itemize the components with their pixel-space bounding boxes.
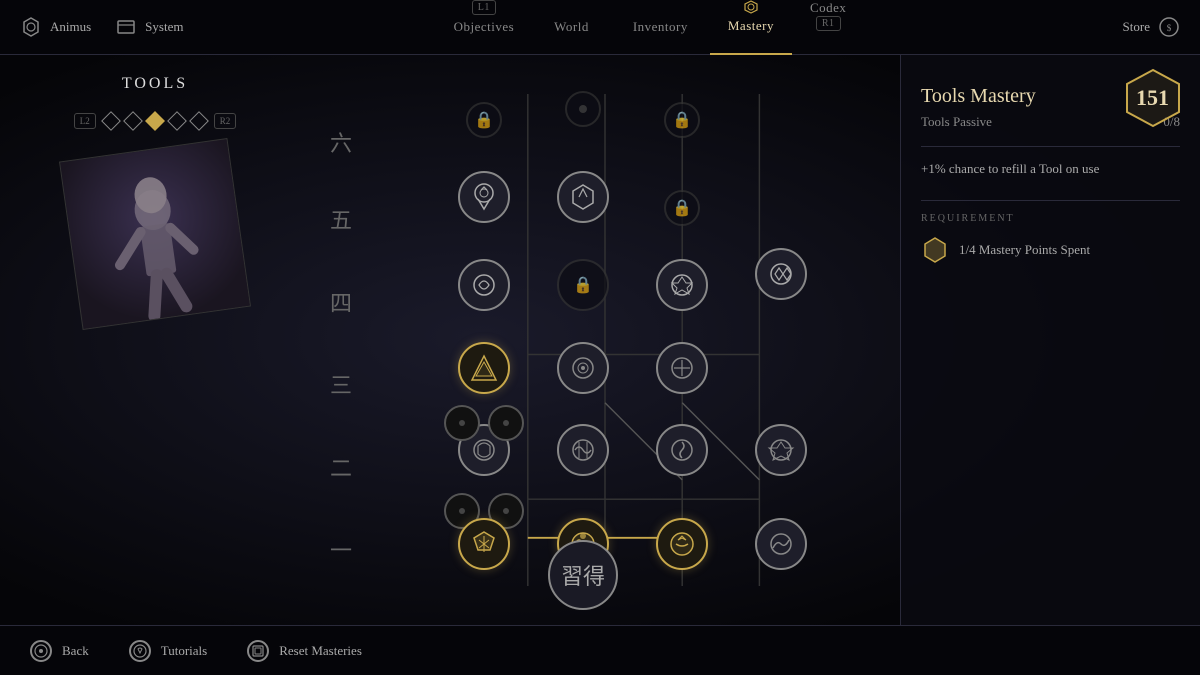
divider-2: [921, 200, 1180, 201]
portrait-background: [59, 138, 251, 330]
svg-text:$: $: [1167, 23, 1172, 33]
animus-label: Animus: [50, 19, 91, 35]
lock-icon-6-3: 🔒: [672, 110, 692, 130]
diamond-3-active[interactable]: [145, 111, 165, 131]
objectives-badge: L1: [472, 0, 496, 15]
mastery-nav-diamonds: L2 R2: [74, 113, 237, 129]
lock-icon-4-2: 🔒: [573, 275, 593, 295]
nav-right-hint: R2: [214, 113, 237, 129]
tab-world[interactable]: World: [532, 0, 611, 55]
requirement-label: REQUIREMENT: [921, 213, 1180, 224]
node-1-1[interactable]: [458, 518, 510, 570]
req-hex-icon: [921, 236, 949, 264]
bottom-bar: Back Tutorials Reset Masteries: [0, 625, 1200, 675]
back-icon: [30, 640, 52, 662]
node-2-4[interactable]: [755, 424, 807, 476]
row-label-1: 一: [330, 533, 352, 565]
tab-codex-label: Codex: [810, 0, 846, 16]
node-6-3[interactable]: 🔒: [664, 102, 700, 138]
hexagon-container: 151: [1123, 68, 1183, 128]
tab-mastery-label: Mastery: [728, 18, 774, 34]
top-navigation: Animus System L1 Objectives World Invent…: [0, 0, 1200, 55]
node-2-small-2: [488, 405, 524, 441]
node-3-3[interactable]: [656, 342, 708, 394]
tutorials-button[interactable]: Tutorials: [129, 640, 207, 662]
node-4-4[interactable]: [755, 248, 807, 300]
node-5-2[interactable]: [557, 171, 609, 223]
skill-description: +1% chance to refill a Tool on use: [921, 159, 1180, 180]
row-label-6: 六: [330, 126, 352, 158]
requirement-item: 1/4 Mastery Points Spent: [921, 236, 1180, 264]
node-2-2[interactable]: [557, 424, 609, 476]
left-panel: TOOLS L2 R2: [0, 55, 310, 625]
learn-kanji: 習得: [561, 559, 605, 591]
tree-container: 六 五 四 三 二 一 🔒 🔒: [330, 65, 880, 615]
node-4-2[interactable]: 🔒: [557, 259, 609, 311]
node-2-small-1: [444, 405, 480, 441]
diamond-5[interactable]: [189, 111, 209, 131]
store-label: Store: [1123, 19, 1150, 35]
section-title: TOOLS: [122, 75, 188, 93]
node-3-2[interactable]: [557, 342, 609, 394]
system-nav-item[interactable]: System: [115, 16, 183, 38]
tab-objectives[interactable]: L1 Objectives: [436, 0, 533, 55]
nav-left-section: Animus System: [0, 16, 220, 38]
tab-world-label: World: [554, 19, 589, 35]
tab-objectives-label: Objectives: [454, 19, 515, 35]
system-label: System: [145, 19, 183, 35]
tab-inventory-label: Inventory: [633, 19, 688, 35]
back-button[interactable]: Back: [30, 640, 89, 662]
main-content: TOOLS L2 R2: [0, 55, 1200, 625]
nav-left-hint: L2: [74, 113, 96, 129]
reset-label: Reset Masteries: [279, 643, 362, 659]
reset-icon: [247, 640, 269, 662]
node-1-4[interactable]: [755, 518, 807, 570]
character-portrait: [70, 149, 240, 319]
node-6-1[interactable]: 🔒: [466, 102, 502, 138]
lock-icon-6-1: 🔒: [474, 110, 494, 130]
row-label-4: 四: [330, 286, 352, 318]
node-4-1[interactable]: [458, 259, 510, 311]
tab-mastery[interactable]: Mastery: [710, 0, 792, 55]
lock-icon-5-3: 🔒: [672, 198, 692, 218]
codex-badge: R1: [816, 16, 841, 31]
node-3-1[interactable]: [458, 342, 510, 394]
store-button[interactable]: Store $: [1123, 16, 1180, 38]
node-5-3[interactable]: 🔒: [664, 190, 700, 226]
node-2-3[interactable]: [656, 424, 708, 476]
mastery-tree: 六 五 四 三 二 一 🔒 🔒: [310, 55, 900, 625]
divider-1: [921, 146, 1180, 147]
diamond-1[interactable]: [101, 111, 121, 131]
right-panel: 151 Tools Mastery Tools Passive 0/8 +1% …: [900, 55, 1200, 625]
diamond-4[interactable]: [167, 111, 187, 131]
mastery-points-badge: 151: [1120, 65, 1185, 130]
tutorials-icon: [129, 640, 151, 662]
tutorials-label: Tutorials: [161, 643, 207, 659]
node-1-3[interactable]: [656, 518, 708, 570]
row-label-3: 三: [330, 368, 352, 400]
diamond-2[interactable]: [123, 111, 143, 131]
node-6-2[interactable]: [565, 91, 601, 127]
tab-inventory[interactable]: Inventory: [611, 0, 710, 55]
tab-codex[interactable]: Codex R1: [792, 0, 864, 55]
nav-right-section: Store $: [1080, 16, 1200, 38]
row-label-2: 二: [330, 451, 352, 483]
animus-nav-item[interactable]: Animus: [20, 16, 91, 38]
row-label-5: 五: [330, 203, 352, 235]
reset-button[interactable]: Reset Masteries: [247, 640, 362, 662]
back-label: Back: [62, 643, 89, 659]
points-value: 151: [1123, 68, 1183, 128]
learn-button[interactable]: 習得: [548, 540, 618, 610]
requirement-text: 1/4 Mastery Points Spent: [959, 242, 1090, 258]
nav-tabs: L1 Objectives World Inventory Mastery Co…: [220, 0, 1080, 55]
node-5-1[interactable]: [458, 171, 510, 223]
mastery-type-label: Tools Passive: [921, 114, 992, 130]
node-4-3[interactable]: [656, 259, 708, 311]
